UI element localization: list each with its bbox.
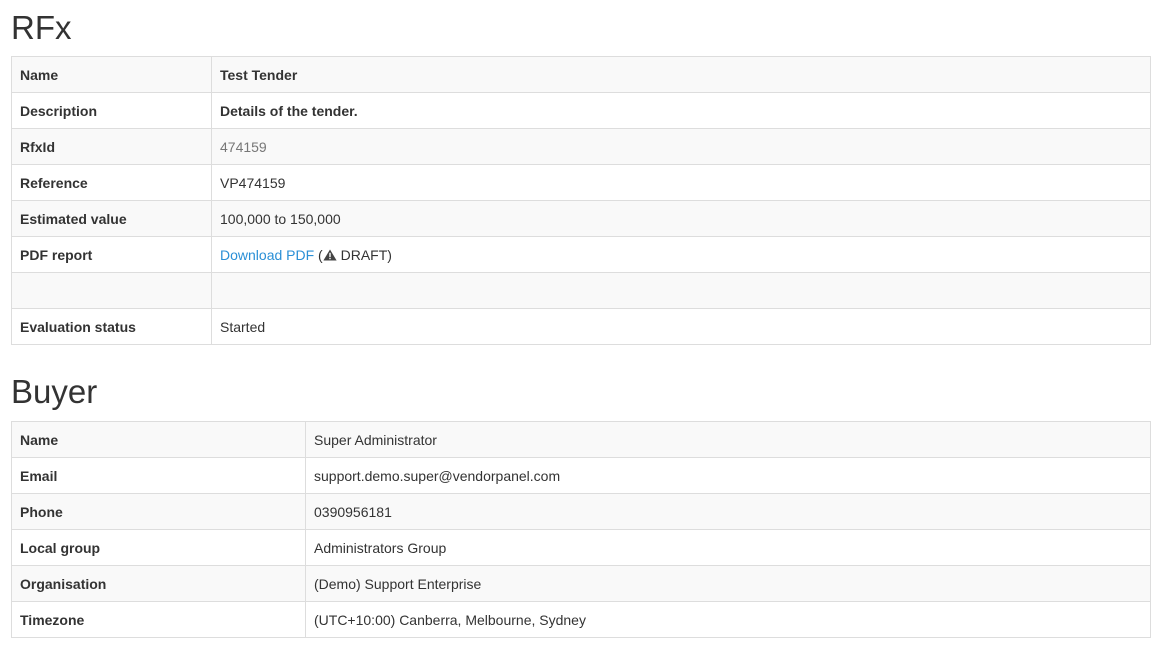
table-row: Local group Administrators Group xyxy=(11,529,1151,566)
rfx-pdf-report-label: PDF report xyxy=(11,236,212,273)
buyer-email-value: support.demo.super@vendorpanel.com xyxy=(305,457,1151,494)
download-pdf-link[interactable]: Download PDF xyxy=(220,247,314,263)
buyer-name-label: Name xyxy=(11,421,306,458)
buyer-organisation-value: (Demo) Support Enterprise xyxy=(305,565,1151,602)
buyer-organisation-label: Organisation xyxy=(11,565,306,602)
buyer-details-table: Name Super Administrator Email support.d… xyxy=(11,421,1151,638)
rfx-estimated-value-value: 100,000 to 150,000 xyxy=(211,200,1151,237)
buyer-timezone-label: Timezone xyxy=(11,601,306,638)
table-row: Organisation (Demo) Support Enterprise xyxy=(11,565,1151,602)
rfx-id-value: 474159 xyxy=(211,128,1151,165)
table-row: Email support.demo.super@vendorpanel.com xyxy=(11,457,1151,494)
empty-value-cell xyxy=(211,272,1151,309)
buyer-name-value: Super Administrator xyxy=(305,421,1151,458)
rfx-section-title: RFx xyxy=(11,9,72,46)
table-row: Name Super Administrator xyxy=(11,421,1151,458)
rfx-evaluation-status-value: Started xyxy=(211,308,1151,345)
rfx-description-label: Description xyxy=(11,92,212,129)
buyer-timezone-value: (UTC+10:00) Canberra, Melbourne, Sydney xyxy=(305,601,1151,638)
table-row: Name Test Tender xyxy=(11,56,1151,93)
table-row: Description Details of the tender. xyxy=(11,92,1151,129)
table-row xyxy=(11,272,1151,309)
rfx-reference-label: Reference xyxy=(11,164,212,201)
table-row: Reference VP474159 xyxy=(11,164,1151,201)
rfx-pdf-report-value: Download PDF ( DRAFT) xyxy=(211,236,1151,273)
buyer-local-group-value: Administrators Group xyxy=(305,529,1151,566)
empty-label-cell xyxy=(11,272,212,309)
table-row: RfxId 474159 xyxy=(11,128,1151,165)
buyer-phone-label: Phone xyxy=(11,493,306,530)
table-row: Timezone (UTC+10:00) Canberra, Melbourne… xyxy=(11,601,1151,638)
table-row: PDF report Download PDF ( DRAFT) xyxy=(11,236,1151,273)
rfx-name-label: Name xyxy=(11,56,212,93)
rfx-id-label: RfxId xyxy=(11,128,212,165)
rfx-evaluation-status-label: Evaluation status xyxy=(11,308,212,345)
draft-status-text: DRAFT) xyxy=(340,246,392,263)
rfx-estimated-value-label: Estimated value xyxy=(11,200,212,237)
table-row: Evaluation status Started xyxy=(11,308,1151,345)
buyer-phone-value: 0390956181 xyxy=(305,493,1151,530)
rfx-details-table: Name Test Tender Description Details of … xyxy=(11,56,1151,345)
buyer-email-label: Email xyxy=(11,457,306,494)
table-row: Phone 0390956181 xyxy=(11,493,1151,530)
rfx-name-value: Test Tender xyxy=(211,56,1151,93)
rfx-reference-value: VP474159 xyxy=(211,164,1151,201)
buyer-section-title: Buyer xyxy=(11,373,98,410)
table-row: Estimated value 100,000 to 150,000 xyxy=(11,200,1151,237)
warning-triangle-icon xyxy=(323,249,337,260)
rfx-description-value: Details of the tender. xyxy=(211,92,1151,129)
buyer-local-group-label: Local group xyxy=(11,529,306,566)
